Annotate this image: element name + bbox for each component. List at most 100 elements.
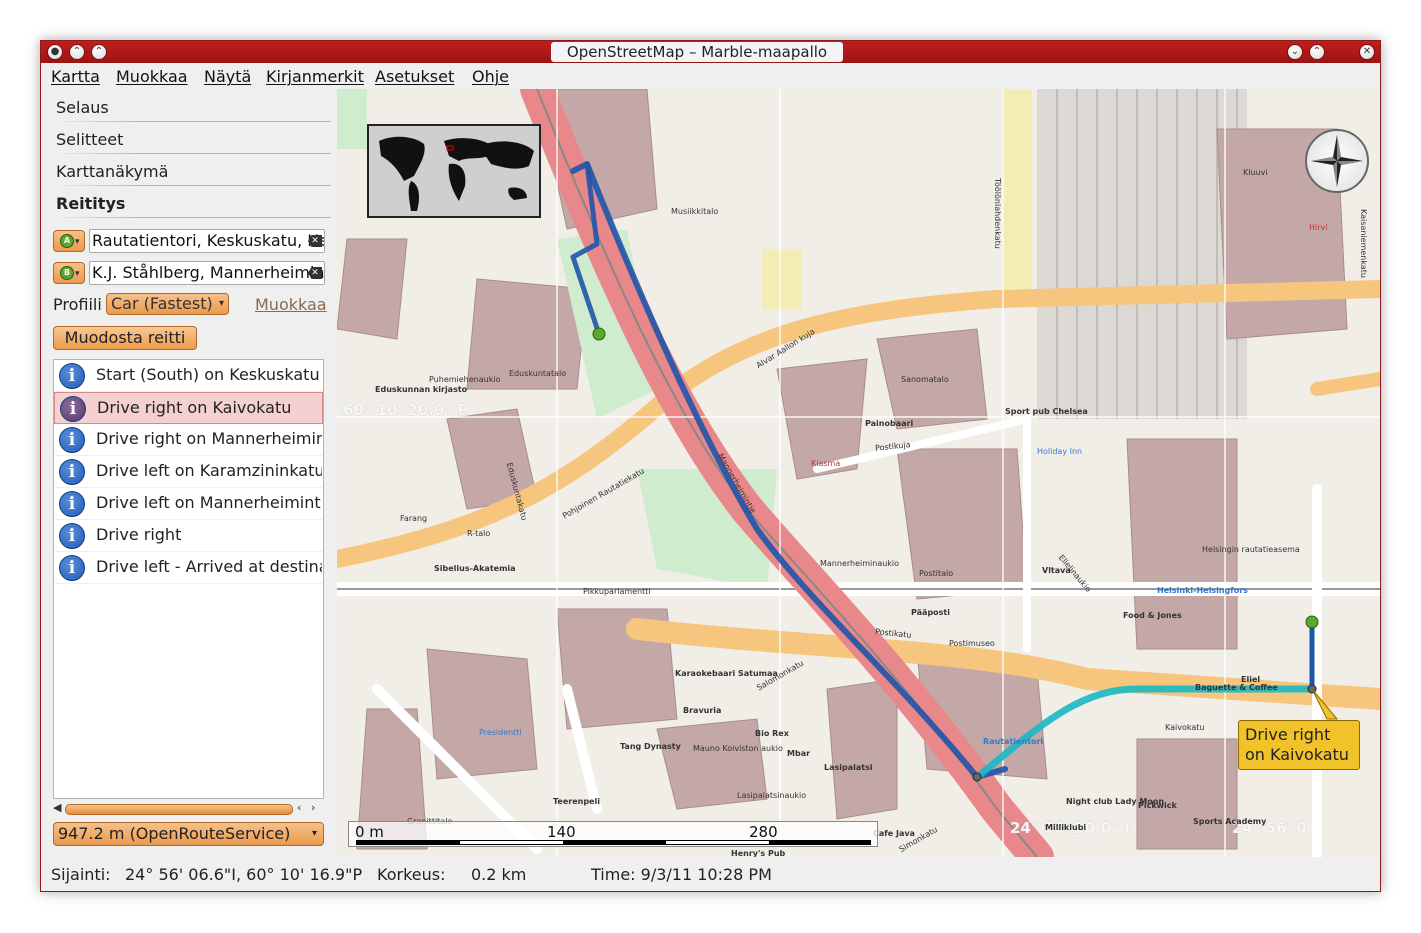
poi-label: Holiday Inn <box>1037 447 1083 456</box>
info-icon: i <box>59 491 85 517</box>
route-instruction-callout: Drive right on Kaivokatu <box>1238 720 1360 770</box>
grid-label-lat: 60° 10' 20.0" P <box>343 401 469 419</box>
poi-label: Puhemiehenaukio <box>429 375 501 384</box>
tab-selaus[interactable]: Selaus <box>56 93 109 123</box>
instruction-text: Drive right on Mannerheimintie <box>96 429 322 448</box>
poi-label: Bio Rex <box>755 729 789 738</box>
status-bar: Sijainti: 24° 56' 06.6"I, 60° 10' 16.9"P… <box>41 857 1380 891</box>
poi-label: Food & Jones <box>1123 611 1182 620</box>
side-panel: Selaus Selitteet Karttanäkymä Reititys A… <box>41 89 337 857</box>
poi-label: Postitalo <box>919 569 954 578</box>
menu-kartta[interactable]: Kartta <box>51 67 100 86</box>
world-map-icon <box>369 126 539 216</box>
calculate-route-button[interactable]: Muodosta reitti <box>53 326 197 350</box>
chevron-down-icon: ▾ <box>311 828 317 839</box>
route-start-row: A ▾ Rautatientori, Keskuskatu, Helsinki … <box>53 229 325 253</box>
chevron-down-icon: ▾ <box>75 237 80 247</box>
instruction-text: Start (South) on Keskuskatu <box>96 365 320 384</box>
street-label: Kaivokatu <box>1165 723 1205 732</box>
poi-label: Sibelius-Akatemia <box>434 564 516 573</box>
poi-label: Karaokebaari Satumaa <box>675 669 778 678</box>
poi-label: Eduskuntatalo <box>509 369 567 378</box>
instruction-item[interactable]: i Drive left - Arrived at destination <box>54 552 323 584</box>
overview-minimap[interactable] <box>367 124 541 218</box>
end-address-input[interactable]: K.J. Ståhlberg, Mannerheimintie ✕ <box>89 261 325 285</box>
time-value: Time: 9/3/11 10:28 PM <box>591 865 772 884</box>
poi-label: Rautatientori <box>983 737 1044 746</box>
profile-select[interactable]: Car (Fastest) ▾ <box>106 293 229 315</box>
poi-label: Mauno Koiviston aukio <box>693 744 783 753</box>
poi-label: Tang Dynasty <box>620 742 681 751</box>
start-pin-icon: A <box>60 234 74 248</box>
info-icon: i <box>59 459 85 485</box>
street-label: Lasipalatsinaukio <box>737 791 807 800</box>
scroll-thumb[interactable] <box>65 804 293 815</box>
instruction-item[interactable]: i Drive right on Mannerheimintie <box>54 424 323 456</box>
route-end-row: B ▾ K.J. Ståhlberg, Mannerheimintie ✕ <box>53 261 325 285</box>
scale-label: 280 <box>749 823 778 841</box>
profile-value: Car (Fastest) <box>111 294 213 313</box>
chevron-down-icon: ▾ <box>218 298 224 309</box>
route-alternative-value: 947.2 m (OpenRouteService) <box>58 824 291 843</box>
compass-icon[interactable] <box>1305 129 1369 193</box>
maximize-icon[interactable]: ⌃ <box>1309 44 1325 60</box>
instruction-hscrollbar[interactable]: ◀ ‹ › <box>53 801 324 817</box>
instruction-item[interactable]: i Start (South) on Keskuskatu <box>54 360 323 392</box>
position-label: Sijainti: <box>51 865 111 884</box>
keep-above-icon[interactable]: ⌃ <box>69 44 85 60</box>
end-pin-button[interactable]: B ▾ <box>53 262 85 284</box>
info-icon: i <box>59 363 85 389</box>
poi-label: Pikkuparlamentti <box>583 587 651 596</box>
poi-label: Cafe Java <box>873 829 915 838</box>
tab-selitteet[interactable]: Selitteet <box>56 125 123 155</box>
street-label: Töölönlahdenkatu <box>992 178 1002 249</box>
scroll-left-icon[interactable]: ‹ <box>297 801 301 814</box>
poi-label: Milliklubi <box>1045 823 1087 832</box>
shade-icon[interactable]: ⌃ <box>91 44 107 60</box>
tab-divider <box>51 153 331 154</box>
instruction-item[interactable]: i Drive left on Mannerheimintie <box>54 488 323 520</box>
poi-label: Mannerheiminaukio <box>820 559 900 568</box>
tab-divider <box>51 185 331 186</box>
poi-label: Kluuvi <box>1243 168 1268 177</box>
menu-bar: Kartta Muokkaa Näytä Kirjanmerkit Asetuk… <box>41 63 1380 89</box>
instruction-item[interactable]: i Drive left on Karamzininkatu <box>54 456 323 488</box>
poi-label: Bravuria <box>683 706 722 715</box>
menu-muokkaa[interactable]: Muokkaa <box>116 67 188 86</box>
poi-label: Kiasma <box>811 459 841 468</box>
poi-label: Sport pub Chelsea <box>1005 407 1088 416</box>
tab-karttanakyma[interactable]: Karttanäkymä <box>56 157 168 187</box>
instruction-item[interactable]: i Drive right <box>54 520 323 552</box>
minimize-icon[interactable]: ⌄ <box>1287 44 1303 60</box>
poi-label: Helsingin rautatieasema <box>1202 545 1300 554</box>
menu-ohje[interactable]: Ohje <box>472 67 509 86</box>
profile-label: Profiili <box>53 295 102 314</box>
end-address-text: K.J. Ståhlberg, Mannerheimintie <box>92 263 325 282</box>
poi-label: Sports Academy <box>1193 817 1267 826</box>
start-address-input[interactable]: Rautatientori, Keskuskatu, Helsinki ✕ <box>89 229 325 253</box>
menu-nayta[interactable]: Näytä <box>204 67 251 86</box>
start-address-text: Rautatientori, Keskuskatu, Helsinki <box>92 231 324 250</box>
instruction-item[interactable]: i Drive right on Kaivokatu <box>54 392 323 424</box>
instruction-text: Drive left - Arrived at destination <box>96 557 322 576</box>
scale-bar: 0 m 140 280 <box>348 821 878 847</box>
menu-kirjanmerkit[interactable]: Kirjanmerkit <box>266 67 364 86</box>
poi-label: Painobaari <box>865 419 914 428</box>
info-icon: i <box>59 555 85 581</box>
start-pin-button[interactable]: A ▾ <box>53 230 85 252</box>
tab-reititys[interactable]: Reititys <box>56 189 125 219</box>
poi-label: Mbar <box>787 749 811 758</box>
scroll-left-icon[interactable]: ◀ <box>53 801 61 814</box>
poi-label: Postimuseo <box>949 639 995 648</box>
poi-label: Hirvi <box>1309 223 1328 232</box>
window-menu-icon[interactable]: ● <box>47 44 63 60</box>
map-view[interactable]: 60° 10' 20.0" P 24° 56' 20.0" I 24° 56' … <box>337 89 1380 857</box>
instruction-text: Drive right on Kaivokatu <box>97 398 292 417</box>
menu-asetukset[interactable]: Asetukset <box>375 67 454 86</box>
close-icon[interactable]: ✕ <box>1359 44 1375 60</box>
title-bar[interactable]: ● ⌃ ⌃ OpenStreetMap – Marble-maapallo ⌄ … <box>41 41 1380 63</box>
edit-profile-link[interactable]: Muokkaa <box>255 295 327 314</box>
scroll-right-icon[interactable]: › <box>311 801 315 814</box>
route-alternative-select[interactable]: 947.2 m (OpenRouteService) ▾ <box>53 822 324 846</box>
scale-label: 0 m <box>355 823 384 841</box>
